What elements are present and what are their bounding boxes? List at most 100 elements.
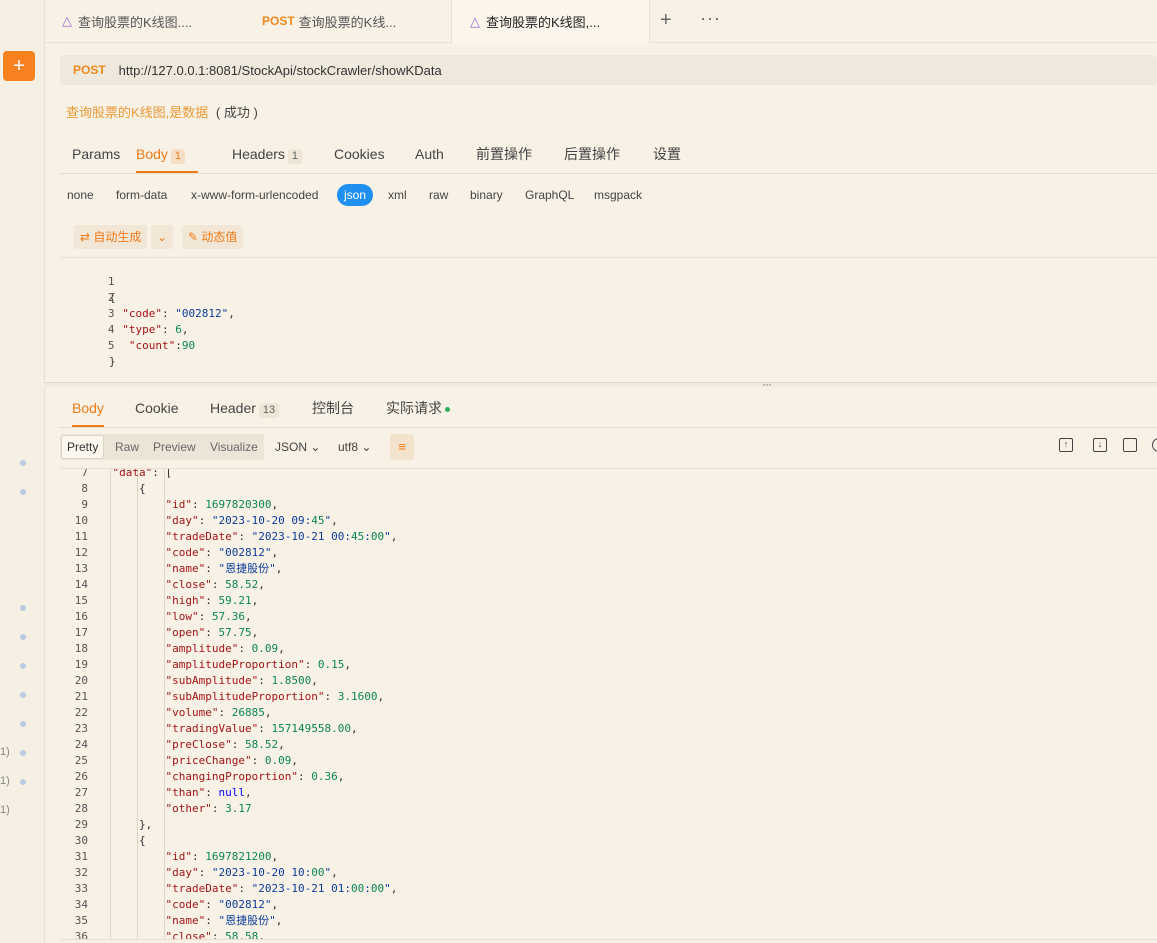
tab-settings[interactable]: 设置	[653, 137, 681, 171]
format-select[interactable]: JSON ⌄	[275, 434, 320, 460]
indent-guide	[110, 469, 111, 939]
tab-body[interactable]: Body 1	[136, 137, 198, 173]
line-number: 23	[74, 722, 88, 735]
url-bar[interactable]: POST http://127.0.0.1:8081/StockApi/stoc…	[60, 55, 1157, 85]
request-tab[interactable]: △ 查询股票的K线图....	[44, 0, 250, 42]
response-tab-console[interactable]: 控制台	[312, 391, 354, 425]
body-type-json[interactable]: json	[337, 184, 374, 206]
response-code-text: {	[139, 482, 146, 495]
line-number: 32	[74, 866, 88, 879]
request-body-editor[interactable]: 1 { 2 "code": "002812", 3 "type": 6, 4 "…	[60, 257, 1157, 378]
api-name[interactable]: 查询股票的K线图,是数据	[66, 105, 208, 120]
response-code-text: "amplitude": 0.09,	[165, 642, 285, 655]
request-tab-active[interactable]: △ 查询股票的K线图,...	[451, 0, 650, 43]
tab-post-operations[interactable]: 后置操作	[564, 137, 620, 171]
sidebar-dot[interactable]	[20, 721, 26, 727]
pane-splitter[interactable]	[44, 382, 1157, 387]
http-method[interactable]: POST	[73, 63, 106, 77]
tab-title: 查询股票的K线图....	[78, 14, 193, 30]
view-pretty[interactable]: Pretty	[61, 435, 105, 459]
scroll-top-icon[interactable]: ↑	[1059, 438, 1073, 452]
response-tab-header[interactable]: Header 13	[210, 391, 280, 425]
tab-params[interactable]: Params	[72, 137, 120, 171]
response-tab-cookie[interactable]: Cookie	[135, 391, 179, 425]
code-text: "type": 6,	[122, 323, 189, 336]
body-type-binary[interactable]: binary	[470, 184, 503, 206]
tab-title: 查询股票的K线图,...	[486, 15, 601, 30]
sidebar-dot[interactable]	[20, 779, 26, 785]
response-body-viewer[interactable]: 7 "data": [8 {9 "id": 1697820300, 10 "day": "…	[60, 468, 1157, 940]
request-tabs: Params Body 1 Headers 1 Cookies Auth 前置操作 …	[60, 137, 1157, 174]
tab-label: Body	[136, 146, 168, 162]
sidebar-item-fragment: 1)	[0, 775, 10, 787]
tab-bar: △ 查询股票的K线图.... POST 查询股票的K线... △ 查询股票的K线…	[44, 0, 1157, 43]
response-code-text: "code": "002812",	[165, 546, 279, 559]
line-number: 36	[74, 930, 88, 940]
body-type-form-data[interactable]: form-data	[116, 184, 167, 206]
line-number: 11	[74, 530, 88, 543]
response-code-text: "name": "恩捷股份",	[165, 914, 283, 927]
tab-label: 设置	[653, 146, 681, 162]
chevron-down-icon: ⌄	[361, 440, 372, 454]
tab-label: Cookie	[135, 400, 179, 416]
auto-generate-button[interactable]: ⇄ 自动生成	[74, 225, 148, 249]
tab-headers[interactable]: Headers 1	[232, 137, 303, 171]
response-tabs: Body Cookie Header 13 控制台 实际请求	[60, 391, 1157, 428]
line-number: 16	[74, 610, 88, 623]
line-number: 21	[74, 690, 88, 703]
body-type-urlencoded[interactable]: x-www-form-urlencoded	[191, 184, 318, 206]
sidebar-dot[interactable]	[20, 634, 26, 640]
sidebar-dot[interactable]	[20, 663, 26, 669]
add-tab-button[interactable]: +	[660, 9, 672, 32]
sidebar-dot[interactable]	[20, 750, 26, 756]
download-icon[interactable]: ↓	[1093, 438, 1107, 452]
tab-badge: 13	[258, 403, 280, 418]
encoding-select[interactable]: utf8 ⌄	[338, 434, 371, 460]
sidebar-dot[interactable]	[20, 460, 26, 466]
graphql-icon: △	[470, 13, 480, 29]
word-wrap-icon[interactable]: ≡	[390, 434, 414, 460]
view-visualize[interactable]: Visualize	[210, 434, 258, 460]
sidebar-dot[interactable]	[20, 489, 26, 495]
response-code-text: "tradingValue": 157149558.00,	[165, 722, 358, 735]
sidebar-item-fragment: 1)	[0, 746, 10, 758]
tab-cookies[interactable]: Cookies	[334, 137, 385, 171]
auto-generate-dropdown[interactable]: ⌄	[151, 225, 174, 249]
dynamic-value-button[interactable]: ✎ 动态值	[182, 225, 244, 249]
body-type-graphql[interactable]: GraphQL	[525, 184, 574, 206]
tab-pre-operations[interactable]: 前置操作	[476, 137, 532, 171]
response-code-text: "low": 57.36,	[165, 610, 252, 623]
chevron-down-icon: ⌄	[310, 440, 321, 454]
sidebar-dot[interactable]	[20, 692, 26, 698]
indent-guide	[137, 469, 138, 939]
view-raw[interactable]: Raw	[115, 434, 139, 460]
body-type-raw[interactable]: raw	[429, 184, 448, 206]
request-tab[interactable]: POST 查询股票的K线...	[244, 0, 450, 42]
response-toolbar: Pretty Raw Preview Visualize JSON ⌄ utf8…	[60, 434, 1157, 460]
body-type-none[interactable]: none	[67, 184, 94, 206]
more-tabs-button[interactable]: ···	[700, 8, 721, 29]
line-number: 18	[74, 642, 88, 655]
tab-label: 后置操作	[564, 146, 620, 162]
splitter-grip-icon[interactable]: ···	[762, 377, 772, 391]
body-type-msgpack[interactable]: msgpack	[594, 184, 642, 206]
response-code-text: "subAmplitude": 1.8500,	[165, 674, 318, 687]
search-icon[interactable]	[1152, 438, 1157, 452]
line-number: 28	[74, 802, 88, 815]
tab-label: 控制台	[312, 400, 354, 416]
left-sidebar: + 1) 1) 1)	[0, 0, 45, 943]
response-tab-actual-request[interactable]: 实际请求	[386, 391, 450, 425]
api-title: 查询股票的K线图,是数据 ( 成功 )	[66, 102, 258, 121]
copy-icon[interactable]	[1123, 438, 1137, 452]
sidebar-dot[interactable]	[20, 605, 26, 611]
line-number: 1	[107, 275, 115, 288]
new-item-button[interactable]: +	[3, 51, 35, 81]
response-tab-body[interactable]: Body	[72, 391, 104, 427]
url-input[interactable]: http://127.0.0.1:8081/StockApi/stockCraw…	[119, 63, 442, 78]
view-preview[interactable]: Preview	[153, 434, 196, 460]
response-code-text: "changingProportion": 0.36,	[165, 770, 345, 783]
tab-auth[interactable]: Auth	[415, 137, 444, 171]
body-type-xml[interactable]: xml	[388, 184, 407, 206]
line-number: 31	[74, 850, 88, 863]
tab-badge: 1	[170, 149, 186, 164]
